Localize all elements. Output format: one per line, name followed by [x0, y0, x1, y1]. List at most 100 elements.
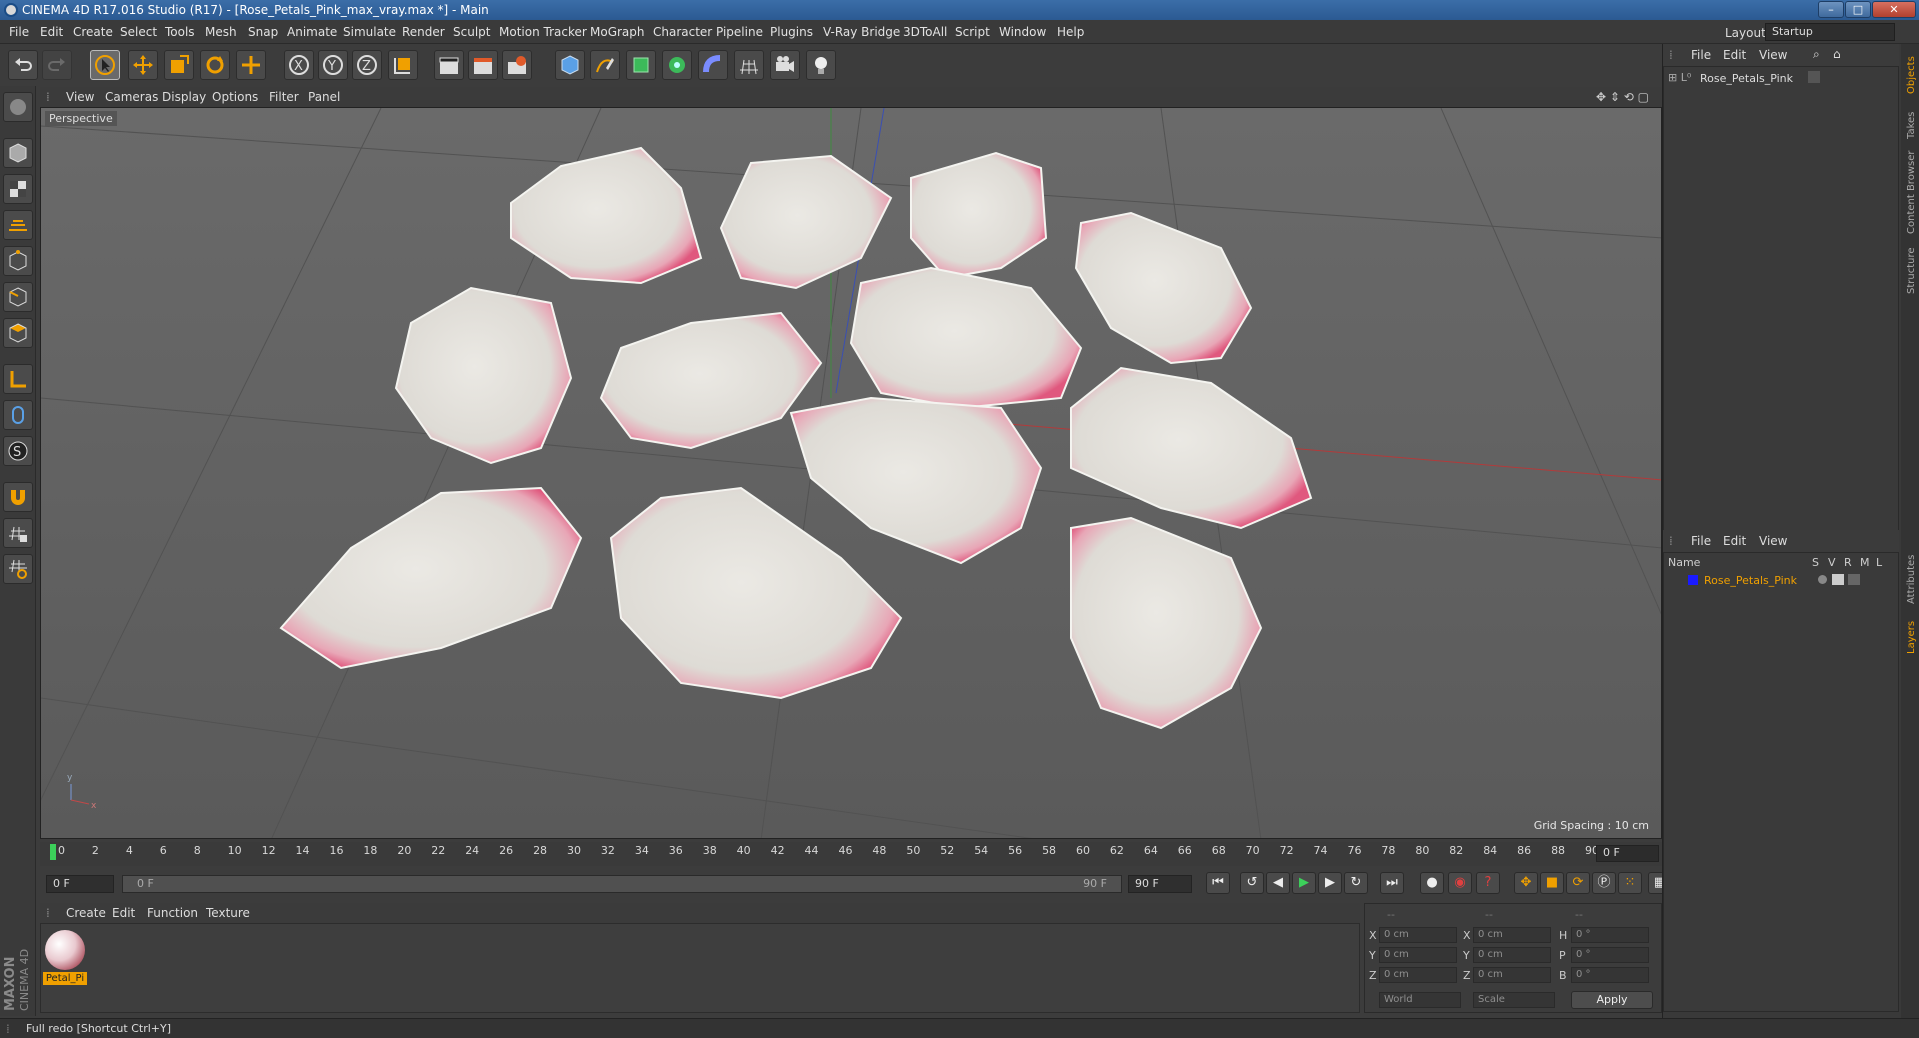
menu-file[interactable]: File: [9, 25, 29, 39]
x-axis-lock-button[interactable]: X: [284, 50, 314, 80]
points-mode-button[interactable]: [3, 246, 33, 276]
layer-render-icon[interactable]: [1848, 574, 1860, 585]
object-menu-edit[interactable]: Edit: [1723, 48, 1746, 62]
scale-tool-button[interactable]: [164, 50, 194, 80]
move-tool-button[interactable]: [128, 50, 158, 80]
menu-script[interactable]: Script: [955, 25, 990, 39]
play-button[interactable]: ▶: [1292, 872, 1316, 894]
rotate-tool-button[interactable]: [200, 50, 230, 80]
cube-object-button[interactable]: [555, 50, 585, 80]
object-home-icon[interactable]: ⌂: [1833, 47, 1841, 61]
transform-tool-button[interactable]: [236, 50, 266, 80]
viewport-menu-view[interactable]: View: [66, 90, 94, 104]
menu-tools[interactable]: Tools: [165, 25, 195, 39]
menu-window[interactable]: Window: [999, 25, 1046, 39]
size-z-field[interactable]: 0 cm: [1473, 967, 1551, 983]
menu-character[interactable]: Character: [653, 25, 712, 39]
workplane-lock-button[interactable]: [3, 518, 33, 548]
live-selection-button[interactable]: [90, 50, 120, 80]
autokeying-button[interactable]: ◉: [1448, 872, 1472, 894]
object-menu-file[interactable]: File: [1691, 48, 1711, 62]
viewport-menu-display[interactable]: Display: [162, 90, 206, 104]
position-z-field[interactable]: 0 cm: [1379, 967, 1457, 983]
tab-attributes[interactable]: Attributes: [1906, 555, 1917, 604]
layout-select[interactable]: Startup: [1765, 23, 1895, 41]
key-scale-button[interactable]: ■: [1540, 872, 1564, 894]
axis-mode-button[interactable]: [3, 364, 33, 394]
make-editable-button[interactable]: [3, 92, 33, 122]
layer-menu-view[interactable]: View: [1759, 534, 1787, 548]
menu-animate[interactable]: Animate: [287, 25, 337, 39]
record-active-objects-button[interactable]: ●: [1420, 872, 1444, 894]
next-frame-button[interactable]: ▶: [1318, 872, 1342, 894]
menu-select[interactable]: Select: [120, 25, 157, 39]
solo-button[interactable]: S: [3, 436, 33, 466]
end-frame-field[interactable]: 90 F: [1128, 875, 1192, 893]
coordinate-mode-select[interactable]: World: [1379, 992, 1461, 1008]
model-mode-button[interactable]: [3, 138, 33, 168]
timeline-ruler[interactable]: 0 2 4 6 8 10 12 14 16 18 20 22 24 26 28 30 32 34 36 38 40 42 4…: [40, 842, 1662, 866]
layer-row[interactable]: Rose_Petals_Pink: [1668, 573, 1896, 589]
material-menu-function[interactable]: Function: [147, 906, 198, 920]
layer-menu-edit[interactable]: Edit: [1723, 534, 1746, 548]
current-frame-field[interactable]: 0 F: [1596, 845, 1659, 862]
perspective-viewport[interactable]: y x Perspective Grid Spacing : 10 cm: [40, 107, 1662, 839]
z-axis-lock-button[interactable]: Z: [352, 50, 382, 80]
redo-button[interactable]: [42, 50, 72, 80]
menu-sculpt[interactable]: Sculpt: [453, 25, 490, 39]
menu-pipeline[interactable]: Pipeline: [716, 25, 763, 39]
snap-button[interactable]: [3, 482, 33, 512]
minimize-button[interactable]: –: [1818, 1, 1844, 18]
close-button[interactable]: ✕: [1872, 1, 1916, 18]
maximize-button[interactable]: □: [1845, 1, 1871, 18]
render-settings-button[interactable]: [502, 50, 532, 80]
light-object-button[interactable]: [806, 50, 836, 80]
menu-edit[interactable]: Edit: [40, 25, 63, 39]
workplane-mode-button[interactable]: [3, 210, 33, 240]
menu-motion-tracker[interactable]: Motion Tracker: [499, 25, 587, 39]
menu-mesh[interactable]: Mesh: [205, 25, 237, 39]
polygons-mode-button[interactable]: [3, 318, 33, 348]
tab-layers[interactable]: Layers: [1906, 621, 1917, 654]
previous-frame-button[interactable]: ◀: [1266, 872, 1290, 894]
next-key-button[interactable]: ↻: [1344, 872, 1368, 894]
position-x-field[interactable]: 0 cm: [1379, 927, 1457, 943]
go-to-start-button[interactable]: ⏮: [1206, 872, 1230, 894]
undo-button[interactable]: [8, 50, 38, 80]
frame-range-slider[interactable]: 0 F 90 F: [122, 875, 1122, 893]
camera-object-button[interactable]: [770, 50, 800, 80]
previous-key-button[interactable]: ↺: [1240, 872, 1264, 894]
menu-3dtoall[interactable]: 3DToAll: [903, 25, 947, 39]
menu-create[interactable]: Create: [73, 25, 113, 39]
object-menu-view[interactable]: View: [1759, 48, 1787, 62]
playhead[interactable]: [50, 844, 56, 860]
tab-structure[interactable]: Structure: [1906, 247, 1917, 294]
quantize-button[interactable]: [3, 554, 33, 584]
start-frame-field[interactable]: 0 F: [46, 875, 114, 893]
render-picture-viewer-button[interactable]: [468, 50, 498, 80]
size-y-field[interactable]: 0 cm: [1473, 947, 1551, 963]
key-position-button[interactable]: ✥: [1514, 872, 1538, 894]
keyframe-selection-button[interactable]: ?: [1476, 872, 1500, 894]
size-x-field[interactable]: 0 cm: [1473, 927, 1551, 943]
layer-solo-icon[interactable]: [1818, 575, 1827, 584]
layer-menu-file[interactable]: File: [1691, 534, 1711, 548]
menu-render[interactable]: Render: [402, 25, 445, 39]
menu-plugins[interactable]: Plugins: [770, 25, 813, 39]
edges-mode-button[interactable]: [3, 282, 33, 312]
cloner-button[interactable]: [662, 50, 692, 80]
position-y-field[interactable]: 0 cm: [1379, 947, 1457, 963]
menu-simulate[interactable]: Simulate: [343, 25, 396, 39]
menu-help[interactable]: Help: [1057, 25, 1084, 39]
viewport-menu-options[interactable]: Options: [212, 90, 258, 104]
key-pla-button[interactable]: ⁙: [1618, 872, 1642, 894]
viewport-menu-cameras[interactable]: Cameras: [105, 90, 158, 104]
object-search-icon[interactable]: ⌕: [1813, 47, 1820, 62]
rotation-b-field[interactable]: 0 °: [1571, 967, 1649, 983]
render-view-button[interactable]: [434, 50, 464, 80]
tab-takes[interactable]: Takes: [1906, 112, 1917, 140]
texture-mode-button[interactable]: [3, 174, 33, 204]
layer-color-swatch[interactable]: [1688, 575, 1698, 585]
rotation-h-field[interactable]: 0 °: [1571, 927, 1649, 943]
material-menu-texture[interactable]: Texture: [206, 906, 250, 920]
